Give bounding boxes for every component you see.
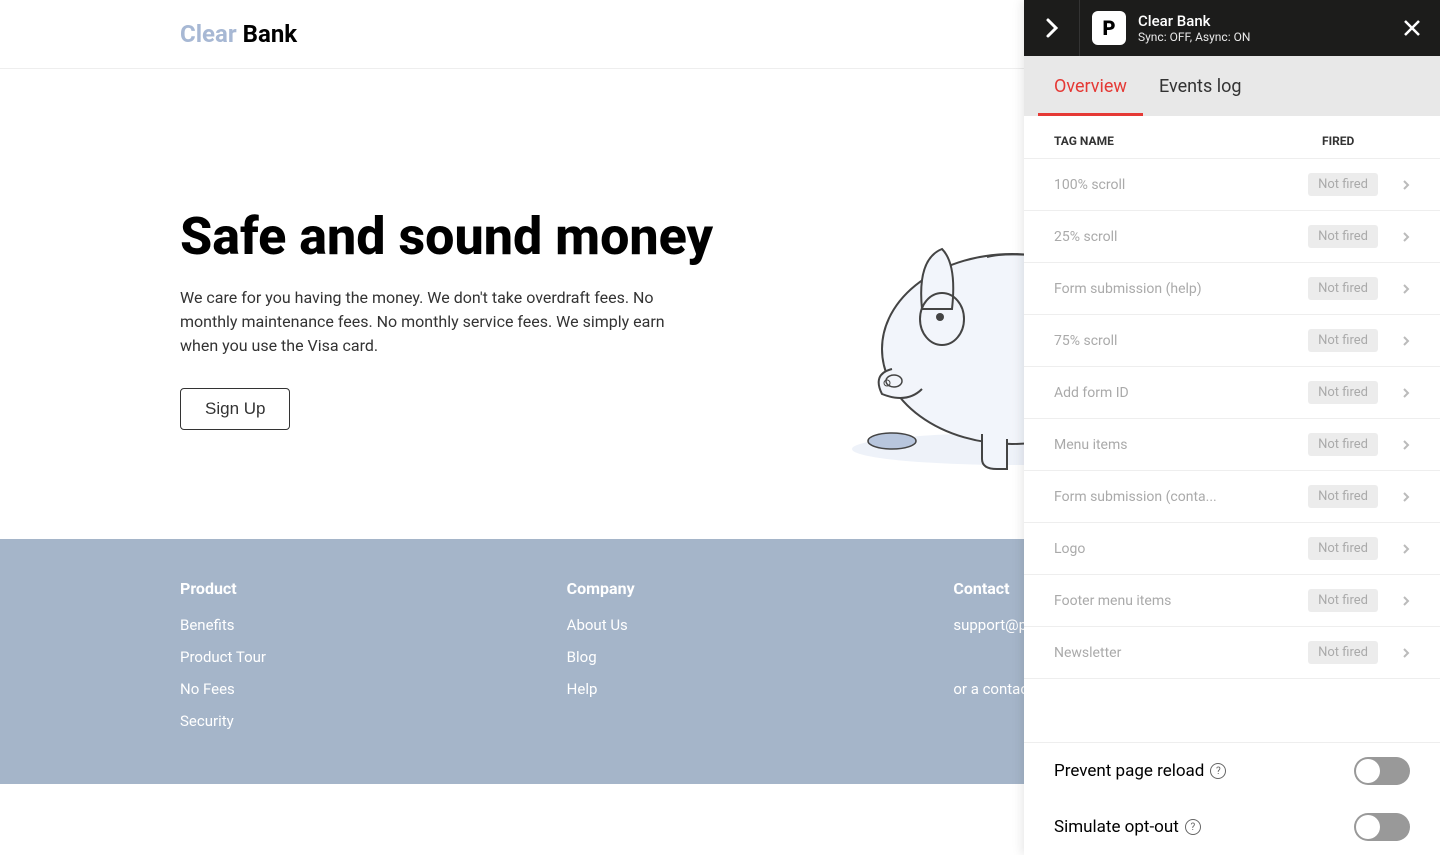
hero-title: Safe and sound money: [180, 208, 763, 265]
panel-toggles: Prevent page reload? Simulate opt-out?: [1024, 742, 1440, 855]
tag-row[interactable]: Menu itemsNot fired: [1024, 418, 1440, 470]
tag-name: 100% scroll: [1054, 177, 1308, 193]
footer-heading: Company: [567, 579, 874, 598]
chevron-right-icon: [1402, 595, 1410, 607]
toggle-row: Prevent page reload?: [1024, 743, 1440, 799]
fired-badge: Not fired: [1308, 381, 1378, 404]
footer-link[interactable]: Product Tour: [180, 648, 487, 666]
fired-badge: Not fired: [1308, 173, 1378, 196]
tag-row[interactable]: NewsletterNot fired: [1024, 626, 1440, 679]
panel-tabs: Overview Events log: [1024, 56, 1440, 116]
footer-link[interactable]: Security: [180, 712, 487, 730]
tag-name: 75% scroll: [1054, 333, 1308, 349]
chevron-right-icon: [1402, 231, 1410, 243]
panel-sync-status: Sync: OFF, Async: ON: [1138, 30, 1384, 44]
panel-close-button[interactable]: [1384, 0, 1440, 56]
logo-part2: Bank: [243, 20, 297, 48]
footer-link[interactable]: Benefits: [180, 616, 487, 634]
tag-row[interactable]: Add form IDNot fired: [1024, 366, 1440, 418]
tag-name: Newsletter: [1054, 645, 1308, 661]
fired-badge: Not fired: [1308, 329, 1378, 352]
tag-row[interactable]: 25% scrollNot fired: [1024, 210, 1440, 262]
fired-badge: Not fired: [1308, 277, 1378, 300]
footer-col: Company About Us Blog Help: [567, 579, 874, 744]
tag-row[interactable]: Form submission (help)Not fired: [1024, 262, 1440, 314]
tag-row[interactable]: Form submission (conta...Not fired: [1024, 470, 1440, 522]
tag-name: Footer menu items: [1054, 593, 1308, 609]
logo-part1: Clear: [180, 20, 237, 48]
footer-link[interactable]: About Us: [567, 616, 874, 634]
th-fired: FIRED: [1322, 134, 1410, 148]
toggle-switch[interactable]: [1354, 813, 1410, 841]
footer-link[interactable]: Blog: [567, 648, 874, 666]
signup-button[interactable]: Sign Up: [180, 388, 290, 430]
footer-link[interactable]: Help: [567, 680, 874, 698]
footer-col: Product Benefits Product Tour No Fees Securi…: [180, 579, 487, 744]
chevron-right-icon: [1402, 179, 1410, 191]
help-icon[interactable]: ?: [1210, 763, 1226, 779]
tab-events-log[interactable]: Events log: [1143, 56, 1258, 116]
chevron-right-icon: [1402, 439, 1410, 451]
th-tag-name: TAG NAME: [1054, 134, 1322, 148]
chevron-right-icon: [1402, 543, 1410, 555]
tag-row[interactable]: LogoNot fired: [1024, 522, 1440, 574]
fired-badge: Not fired: [1308, 537, 1378, 560]
fired-badge: Not fired: [1308, 225, 1378, 248]
close-icon: [1403, 19, 1421, 37]
tag-row[interactable]: Footer menu itemsNot fired: [1024, 574, 1440, 626]
fired-badge: Not fired: [1308, 433, 1378, 456]
chevron-right-icon: [1402, 283, 1410, 295]
tag-row[interactable]: 100% scrollNot fired: [1024, 158, 1440, 210]
panel-title: Clear Bank: [1138, 12, 1384, 30]
panel-table-header: TAG NAME FIRED: [1024, 116, 1440, 158]
panel-body[interactable]: TAG NAME FIRED 100% scrollNot fired25% s…: [1024, 116, 1440, 742]
hero-description: We care for you having the money. We don…: [180, 286, 670, 358]
fired-badge: Not fired: [1308, 589, 1378, 612]
tab-overview[interactable]: Overview: [1038, 56, 1143, 116]
help-icon[interactable]: ?: [1185, 819, 1201, 835]
panel-collapse-button[interactable]: [1024, 0, 1080, 56]
tag-name: 25% scroll: [1054, 229, 1308, 245]
footer-heading: Product: [180, 579, 487, 598]
panel-app-logo: P: [1092, 11, 1126, 45]
chevron-right-icon: [1402, 647, 1410, 659]
chevron-right-icon: [1402, 491, 1410, 503]
tag-row[interactable]: 75% scrollNot fired: [1024, 314, 1440, 366]
panel-header: P Clear Bank Sync: OFF, Async: ON: [1024, 0, 1440, 56]
fired-badge: Not fired: [1308, 485, 1378, 508]
tag-name: Form submission (conta...: [1054, 489, 1308, 505]
chevron-right-icon: [1402, 387, 1410, 399]
tag-name: Menu items: [1054, 437, 1308, 453]
toggle-switch[interactable]: [1354, 757, 1410, 785]
tag-name: Add form ID: [1054, 385, 1308, 401]
site-logo[interactable]: Clear Bank: [180, 20, 297, 48]
tag-name: Logo: [1054, 541, 1308, 557]
toggle-label: Prevent page reload?: [1054, 761, 1226, 781]
toggle-label: Simulate opt-out?: [1054, 817, 1201, 837]
chevron-right-icon: [1044, 16, 1060, 40]
fired-badge: Not fired: [1308, 641, 1378, 664]
toggle-row: Simulate opt-out?: [1024, 799, 1440, 855]
chevron-right-icon: [1402, 335, 1410, 347]
debug-panel: P Clear Bank Sync: OFF, Async: ON Overvi…: [1024, 0, 1440, 855]
footer-link[interactable]: No Fees: [180, 680, 487, 698]
tag-name: Form submission (help): [1054, 281, 1308, 297]
